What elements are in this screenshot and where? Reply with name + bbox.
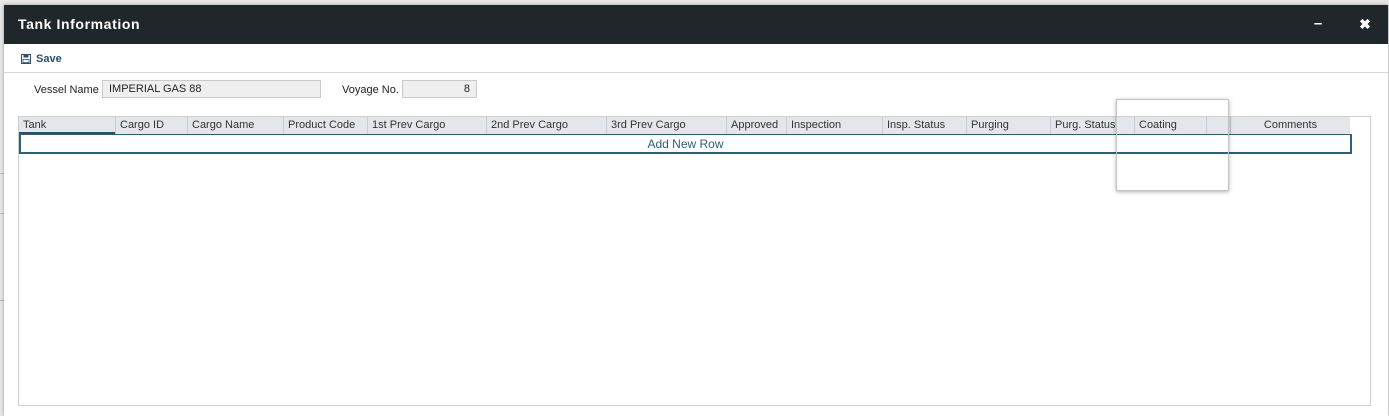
screen: Tank Information – ✖ Save Vessel Name Vo… bbox=[0, 0, 1389, 416]
close-icon[interactable]: ✖ bbox=[1354, 13, 1376, 35]
column-header-inspection[interactable]: Inspection bbox=[787, 117, 883, 134]
tank-grid: Tank Cargo ID Cargo Name Product Code 1s… bbox=[18, 116, 1371, 406]
add-new-row-button[interactable]: Add New Row bbox=[19, 134, 1352, 154]
column-header-blank[interactable] bbox=[1207, 117, 1231, 134]
dialog-toolbar: Save bbox=[4, 44, 1388, 73]
column-header-3rd-prev-cargo[interactable]: 3rd Prev Cargo bbox=[607, 117, 727, 134]
column-header-1st-prev-cargo[interactable]: 1st Prev Cargo bbox=[368, 117, 487, 134]
column-header-purging[interactable]: Purging bbox=[967, 117, 1051, 134]
dialog-title: Tank Information bbox=[18, 16, 141, 32]
column-header-insp-status[interactable]: Insp. Status bbox=[883, 117, 967, 134]
tank-information-dialog: Tank Information – ✖ Save Vessel Name Vo… bbox=[4, 5, 1388, 416]
column-header-coating[interactable]: Coating bbox=[1135, 117, 1207, 134]
column-header-approved[interactable]: Approved bbox=[727, 117, 787, 134]
column-header-comments[interactable]: Comments bbox=[1231, 117, 1350, 134]
grid-header: Tank Cargo ID Cargo Name Product Code 1s… bbox=[19, 117, 1350, 135]
column-header-2nd-prev-cargo[interactable]: 2nd Prev Cargo bbox=[487, 117, 607, 134]
vessel-name-field[interactable] bbox=[102, 80, 321, 98]
dialog-titlebar[interactable]: Tank Information – ✖ bbox=[4, 5, 1388, 44]
voyage-no-label: Voyage No. bbox=[342, 84, 399, 96]
column-header-cargo-id[interactable]: Cargo ID bbox=[116, 117, 188, 134]
column-header-cargo-name[interactable]: Cargo Name bbox=[188, 117, 284, 134]
vessel-name-label: Vessel Name bbox=[34, 84, 99, 96]
column-header-purg-status[interactable]: Purg. Status bbox=[1051, 117, 1135, 134]
voyage-form: Vessel Name Voyage No. bbox=[4, 80, 1388, 100]
column-header-product-code[interactable]: Product Code bbox=[284, 117, 368, 134]
save-button-label: Save bbox=[36, 53, 62, 65]
voyage-no-field[interactable] bbox=[402, 80, 477, 98]
floppy-disk-icon bbox=[21, 54, 31, 64]
minimize-icon[interactable]: – bbox=[1307, 13, 1329, 35]
save-button[interactable]: Save bbox=[21, 51, 62, 67]
